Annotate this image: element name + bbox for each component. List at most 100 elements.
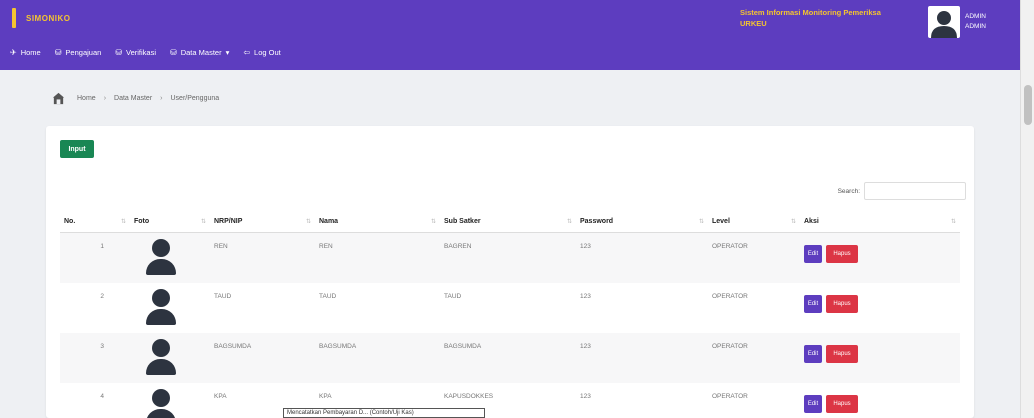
breadcrumb-separator: › bbox=[103, 95, 107, 102]
scrollbar-thumb[interactable] bbox=[1024, 85, 1032, 125]
cell-level: OPERATOR bbox=[712, 292, 748, 300]
brand[interactable]: SIMONIKO bbox=[12, 8, 70, 28]
breadcrumb: Home › Data Master › User/Pengguna bbox=[52, 92, 219, 105]
edit-button[interactable]: Edit bbox=[804, 244, 822, 263]
user-name: ADMIN bbox=[965, 13, 986, 20]
tooltip: Mencatatkan Pembayaran D... (Contoh/Uji … bbox=[283, 408, 485, 418]
breadcrumb-data-master[interactable]: Data Master bbox=[114, 95, 152, 102]
user-avatar-icon bbox=[931, 11, 957, 38]
cell-password: 123 bbox=[580, 392, 591, 400]
cell-aksi: Edit Hapus bbox=[800, 232, 960, 283]
cell-aksi: Edit Hapus bbox=[800, 333, 960, 383]
col-nama[interactable]: Nama ⇅ bbox=[315, 212, 440, 233]
delete-button[interactable]: Hapus bbox=[826, 244, 858, 263]
breadcrumb-current: User/Pengguna bbox=[170, 95, 220, 102]
nav-logout-label: Log Out bbox=[254, 48, 281, 57]
table-row: 4 KPA KPA KAPUSDOKKES 123 OPERATOR Edit H… bbox=[60, 383, 960, 418]
table-row: 3 BAGSUMDA BAGSUMDA BAGSUMDA 123 OPERATO… bbox=[60, 332, 960, 383]
cell-password: 123 bbox=[580, 292, 591, 300]
edit-button[interactable]: Edit bbox=[804, 344, 822, 363]
col-foto-label: Foto bbox=[134, 218, 150, 226]
users-table: No. ⇅ Foto ⇅ NRP/NIP ⇅ Nama ⇅ Sub Satker ⇅ Pa… bbox=[60, 212, 960, 418]
user-role: ADMIN bbox=[965, 23, 986, 30]
col-aksi-label: Aksi bbox=[804, 218, 819, 226]
top-navbar: SIMONIKO Sistem Informasi Monitoring Pem… bbox=[0, 0, 1020, 70]
table-row: 1 REN REN BAGREN 123 OPERATOR Edit Hapus bbox=[60, 232, 960, 283]
user-photo-icon bbox=[144, 238, 178, 283]
cell-sub-satker: TAUD bbox=[444, 292, 462, 300]
cell-nrp: TAUD bbox=[214, 292, 232, 300]
page-scrollbar[interactable] bbox=[1020, 0, 1034, 418]
app-logo-icon bbox=[12, 8, 16, 28]
table-header-row: No. ⇅ Foto ⇅ NRP/NIP ⇅ Nama ⇅ Sub Satker ⇅ Pa… bbox=[60, 212, 960, 233]
cell-foto bbox=[130, 383, 210, 418]
cell-nrp: BAGSUMDA bbox=[214, 342, 252, 350]
cell-nama: TAUD bbox=[319, 292, 337, 300]
input-button[interactable]: Input bbox=[60, 140, 94, 158]
cell-level: OPERATOR bbox=[712, 392, 748, 400]
system-title-text: Sistem Informasi Monitoring Pemeriksa bbox=[740, 8, 881, 17]
cell-foto bbox=[130, 232, 210, 283]
home-icon[interactable] bbox=[52, 92, 65, 105]
cell-nama: BAGSUMDA bbox=[319, 342, 357, 350]
delete-button[interactable]: Hapus bbox=[826, 344, 858, 363]
cell-password: 123 bbox=[580, 242, 591, 250]
col-foto[interactable]: Foto ⇅ bbox=[130, 212, 210, 233]
nav-data-master[interactable]: ⛁ Data Master ▾ bbox=[170, 48, 229, 57]
nav-logout[interactable]: ⇦ Log Out bbox=[243, 48, 280, 57]
chevron-down-icon: ▾ bbox=[225, 48, 230, 57]
breadcrumb-home[interactable]: Home bbox=[77, 95, 96, 102]
system-subtitle-text: URKEU bbox=[740, 19, 767, 28]
delete-button[interactable]: Hapus bbox=[826, 394, 858, 413]
cell-nama: REN bbox=[319, 242, 333, 250]
sort-icon: ⇅ bbox=[430, 219, 436, 225]
nav-pengajuan-label: Pengajuan bbox=[65, 48, 102, 57]
app-name: SIMONIKO bbox=[26, 13, 71, 23]
col-nama-label: Nama bbox=[319, 218, 339, 226]
sort-icon: ⇅ bbox=[790, 219, 796, 225]
col-password[interactable]: Password ⇅ bbox=[576, 212, 708, 233]
home-icon: ✈ bbox=[10, 48, 17, 57]
edit-button[interactable]: Edit bbox=[804, 394, 822, 413]
col-nrp[interactable]: NRP/NIP ⇅ bbox=[210, 212, 315, 233]
database-icon: ⛁ bbox=[170, 48, 177, 57]
delete-button[interactable]: Hapus bbox=[826, 294, 858, 313]
col-sub-satker[interactable]: Sub Satker ⇅ bbox=[440, 212, 576, 233]
content-card: Input Search: No. ⇅ Foto ⇅ NRP/NIP ⇅ Nama ⇅ … bbox=[46, 126, 974, 418]
search-input[interactable] bbox=[864, 182, 966, 200]
cell-no: 2 bbox=[100, 292, 104, 300]
cell-no: 1 bbox=[100, 242, 104, 250]
cell-sub-satker: BAGREN bbox=[444, 242, 472, 250]
col-level[interactable]: Level ⇅ bbox=[708, 212, 800, 233]
search-label: Search: bbox=[837, 187, 860, 195]
nav-verifikasi[interactable]: ⛁ Verifikasi bbox=[115, 48, 156, 57]
nav-verifikasi-label: Verifikasi bbox=[126, 48, 157, 57]
cell-level: OPERATOR bbox=[712, 242, 748, 250]
cell-nrp: REN bbox=[214, 242, 228, 250]
sort-icon: ⇅ bbox=[200, 219, 206, 225]
cell-foto bbox=[130, 333, 210, 383]
table-row: 2 TAUD TAUD TAUD 123 OPERATOR Edit Hapus bbox=[60, 283, 960, 333]
col-no[interactable]: No. ⇅ bbox=[60, 212, 130, 233]
cell-no: 4 bbox=[100, 392, 104, 400]
edit-button[interactable]: Edit bbox=[804, 294, 822, 313]
user-info[interactable]: ADMIN ADMIN bbox=[965, 12, 986, 32]
main-nav: ✈ Home ⛁ Pengajuan ⛁ Verifikasi ⛁ Data Maste… bbox=[10, 48, 281, 57]
col-password-label: Password bbox=[580, 218, 614, 226]
system-title: Sistem Informasi Monitoring Pemeriksa UR… bbox=[740, 7, 925, 29]
col-level-label: Level bbox=[712, 218, 730, 226]
user-avatar[interactable] bbox=[928, 6, 960, 38]
cell-aksi: Edit Hapus bbox=[800, 283, 960, 333]
col-no-label: No. bbox=[64, 218, 76, 226]
nav-home[interactable]: ✈ Home bbox=[10, 48, 41, 57]
cell-no: 3 bbox=[100, 342, 104, 350]
cell-foto bbox=[130, 283, 210, 333]
nav-pengajuan[interactable]: ⛁ Pengajuan bbox=[55, 48, 102, 57]
breadcrumb-separator: › bbox=[160, 95, 163, 102]
col-sub-satker-label: Sub Satker bbox=[444, 218, 481, 226]
cell-sub-satker: BAGSUMDA bbox=[444, 342, 482, 350]
user-photo-icon bbox=[144, 288, 178, 333]
cell-password: 123 bbox=[580, 342, 591, 350]
sort-icon: ⇅ bbox=[566, 219, 572, 225]
col-aksi[interactable]: Aksi ⇅ bbox=[800, 212, 960, 233]
